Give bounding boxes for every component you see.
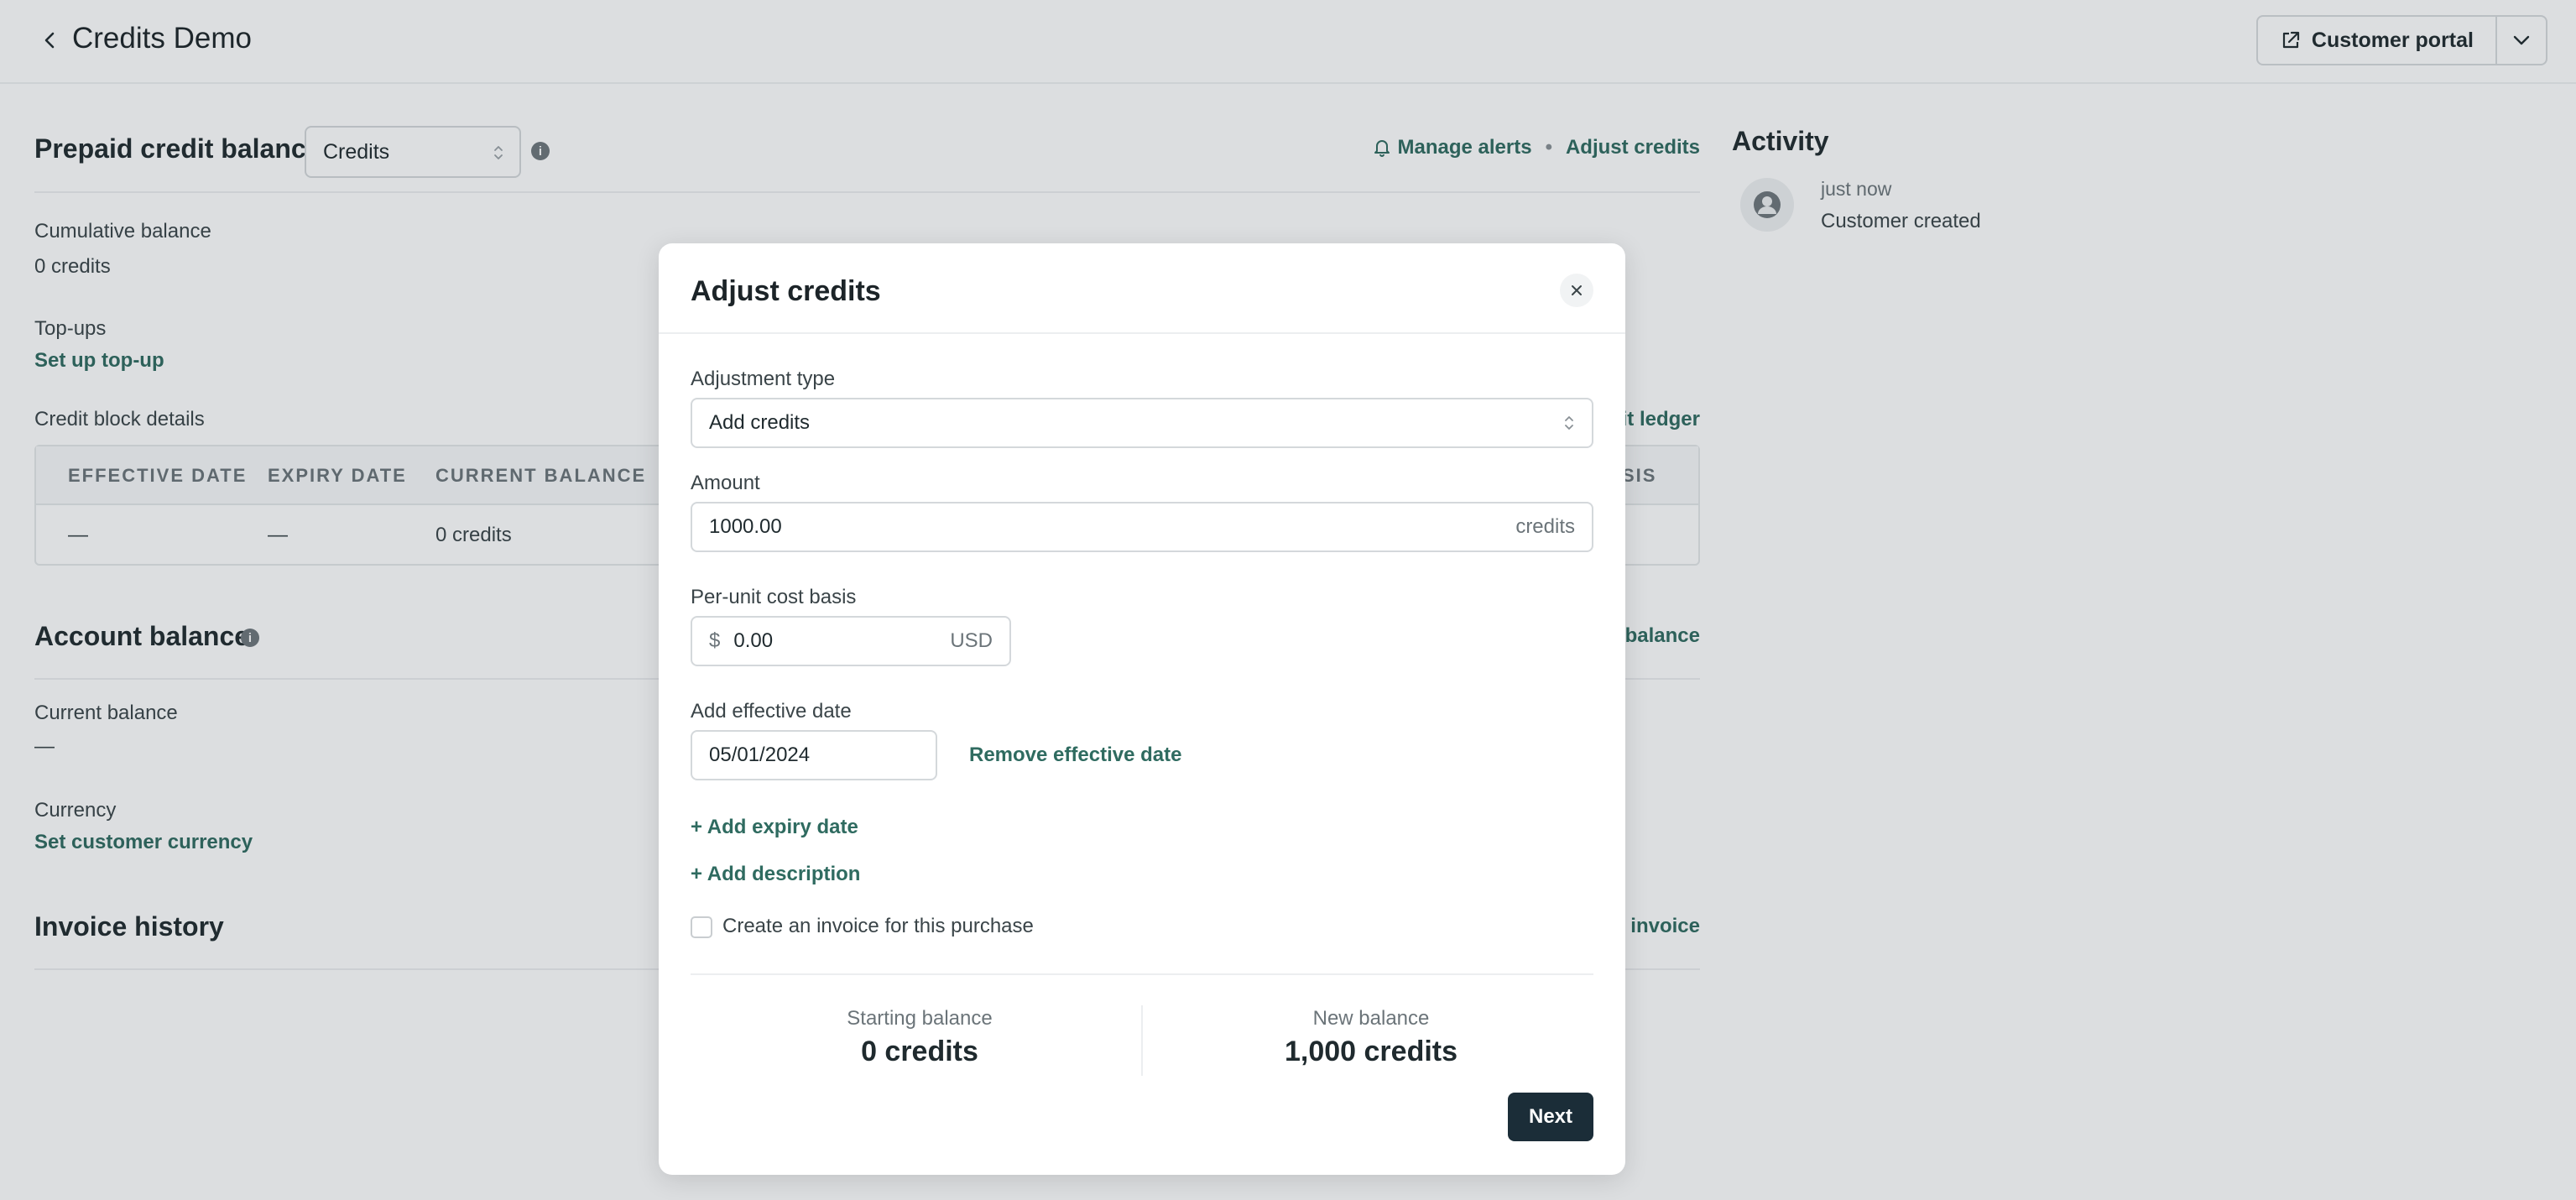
effective-date-label: Add effective date xyxy=(691,700,852,723)
dialog-header: Adjust credits xyxy=(659,243,1625,334)
amount-label: Amount xyxy=(691,472,760,494)
select-caret-icon xyxy=(1565,416,1573,430)
add-expiry-date-link[interactable]: + Add expiry date xyxy=(691,816,858,839)
starting-balance-label: Starting balance xyxy=(847,1007,993,1030)
close-icon xyxy=(1572,285,1582,295)
adjust-credits-dialog: Adjust credits Adjustment type Add credi… xyxy=(659,243,1625,1175)
new-balance-label: New balance xyxy=(1312,1007,1430,1030)
next-button[interactable]: Next xyxy=(1508,1093,1593,1141)
dialog-title: Adjust credits xyxy=(691,275,881,307)
remove-effective-date-link[interactable]: Remove effective date xyxy=(969,743,1181,767)
amount-input[interactable]: 1000.00 credits xyxy=(691,502,1593,552)
cost-basis-label: Per-unit cost basis xyxy=(691,586,857,608)
starting-balance: Starting balance 0 credits xyxy=(697,1007,1142,1068)
currency-prefix: $ xyxy=(709,629,721,652)
cost-basis-value: 0.00 xyxy=(733,629,774,652)
cost-basis-input[interactable]: $ 0.00 USD xyxy=(691,616,1011,666)
balance-divider xyxy=(1141,1005,1143,1076)
effective-date-input[interactable]: 05/01/2024 xyxy=(691,730,937,780)
adjustment-type-select[interactable]: Add credits xyxy=(691,398,1593,448)
currency-suffix: USD xyxy=(950,629,993,652)
close-button[interactable] xyxy=(1560,274,1593,307)
amount-value: 1000.00 xyxy=(709,515,782,538)
invoice-checkbox[interactable] xyxy=(691,916,712,938)
adjustment-type-label: Adjustment type xyxy=(691,368,836,390)
divider xyxy=(691,973,1593,975)
new-balance-value: 1,000 credits xyxy=(1284,1036,1458,1067)
amount-suffix: credits xyxy=(1515,515,1575,538)
invoice-checkbox-label: Create an invoice for this purchase xyxy=(722,915,1034,937)
adjustment-type-value: Add credits xyxy=(709,411,811,434)
new-balance: New balance 1,000 credits xyxy=(1149,1007,1593,1068)
page: Credits Demo Customer portal Prepaid cre… xyxy=(0,0,2576,1200)
add-description-link[interactable]: + Add description xyxy=(691,863,860,886)
effective-date-value: 05/01/2024 xyxy=(709,743,811,766)
starting-balance-value: 0 credits xyxy=(861,1036,978,1067)
